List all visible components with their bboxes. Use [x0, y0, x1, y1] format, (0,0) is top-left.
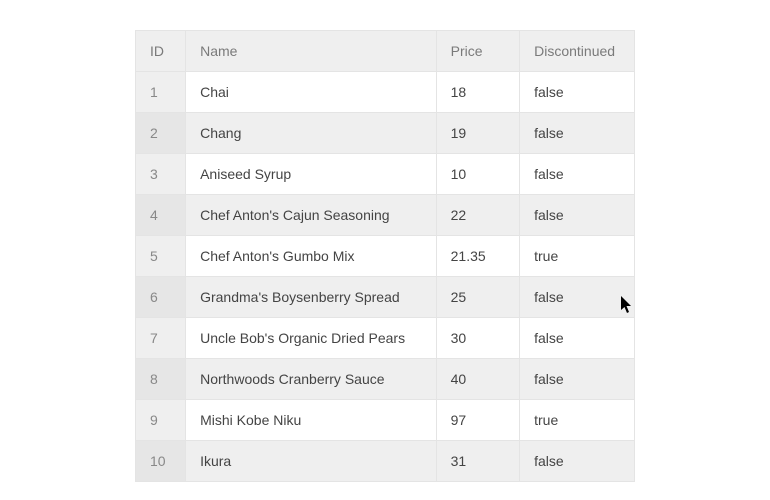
products-table[interactable]: ID Name Price Discontinued 1 Chai 18 fal…	[135, 30, 635, 482]
col-header-id[interactable]: ID	[136, 31, 186, 72]
cell-id: 3	[136, 154, 186, 195]
cell-discontinued: true	[520, 400, 635, 441]
table-row[interactable]: 5 Chef Anton's Gumbo Mix 21.35 true	[136, 236, 635, 277]
cell-name: Grandma's Boysenberry Spread	[186, 277, 437, 318]
col-header-discontinued[interactable]: Discontinued	[520, 31, 635, 72]
table-row[interactable]: 7 Uncle Bob's Organic Dried Pears 30 fal…	[136, 318, 635, 359]
cell-price: 18	[436, 72, 520, 113]
cell-id: 10	[136, 441, 186, 482]
cell-discontinued: true	[520, 236, 635, 277]
cell-id: 6	[136, 277, 186, 318]
cell-name: Ikura	[186, 441, 437, 482]
cell-name: Mishi Kobe Niku	[186, 400, 437, 441]
table-row[interactable]: 10 Ikura 31 false	[136, 441, 635, 482]
cell-price: 22	[436, 195, 520, 236]
cell-discontinued: false	[520, 359, 635, 400]
cell-discontinued: false	[520, 277, 635, 318]
cell-id: 8	[136, 359, 186, 400]
cell-id: 7	[136, 318, 186, 359]
table-row[interactable]: 1 Chai 18 false	[136, 72, 635, 113]
col-header-name[interactable]: Name	[186, 31, 437, 72]
cell-price: 25	[436, 277, 520, 318]
table-row[interactable]: 3 Aniseed Syrup 10 false	[136, 154, 635, 195]
cell-discontinued: false	[520, 72, 635, 113]
cell-name: Uncle Bob's Organic Dried Pears	[186, 318, 437, 359]
cell-price: 97	[436, 400, 520, 441]
cell-name: Chef Anton's Gumbo Mix	[186, 236, 437, 277]
cell-name: Aniseed Syrup	[186, 154, 437, 195]
table-row[interactable]: 4 Chef Anton's Cajun Seasoning 22 false	[136, 195, 635, 236]
cell-discontinued: false	[520, 441, 635, 482]
cell-id: 9	[136, 400, 186, 441]
cell-id: 5	[136, 236, 186, 277]
table-header: ID Name Price Discontinued	[136, 31, 635, 72]
cell-price: 21.35	[436, 236, 520, 277]
cell-discontinued: false	[520, 113, 635, 154]
cell-discontinued: false	[520, 195, 635, 236]
table-row[interactable]: 6 Grandma's Boysenberry Spread 25 false	[136, 277, 635, 318]
col-header-price[interactable]: Price	[436, 31, 520, 72]
cell-id: 2	[136, 113, 186, 154]
cell-id: 1	[136, 72, 186, 113]
cell-price: 19	[436, 113, 520, 154]
cell-price: 40	[436, 359, 520, 400]
cell-name: Chang	[186, 113, 437, 154]
table-row[interactable]: 9 Mishi Kobe Niku 97 true	[136, 400, 635, 441]
cell-name: Northwoods Cranberry Sauce	[186, 359, 437, 400]
table-header-row: ID Name Price Discontinued	[136, 31, 635, 72]
table-row[interactable]: 2 Chang 19 false	[136, 113, 635, 154]
table-row[interactable]: 8 Northwoods Cranberry Sauce 40 false	[136, 359, 635, 400]
cell-discontinued: false	[520, 154, 635, 195]
cell-price: 30	[436, 318, 520, 359]
cell-name: Chef Anton's Cajun Seasoning	[186, 195, 437, 236]
cell-price: 31	[436, 441, 520, 482]
cell-name: Chai	[186, 72, 437, 113]
cell-discontinued: false	[520, 318, 635, 359]
cell-id: 4	[136, 195, 186, 236]
cell-price: 10	[436, 154, 520, 195]
table-body: 1 Chai 18 false 2 Chang 19 false 3 Anise…	[136, 72, 635, 482]
